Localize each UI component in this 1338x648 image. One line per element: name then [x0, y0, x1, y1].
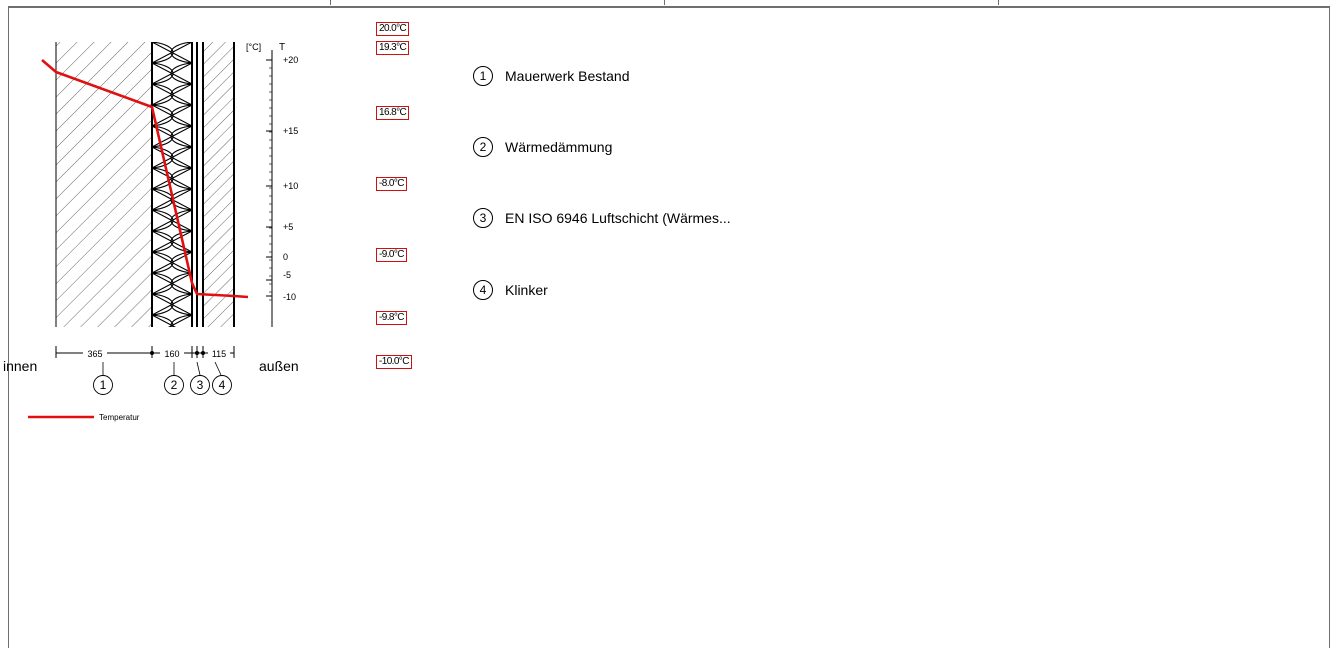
- layer-markers: 1 2 3 4: [93, 361, 232, 395]
- temp-label-interface-3: -9.0°C: [376, 248, 407, 262]
- dimension-line: 365 160 115: [55, 346, 235, 359]
- legend-label: Temperatur: [99, 413, 140, 422]
- frame-right-border: [1329, 6, 1330, 648]
- layer-legend-item-2: 2 Wärmedämmung: [473, 137, 612, 157]
- layer-insulation: [152, 42, 192, 327]
- axis-tick-label: -10: [283, 292, 296, 302]
- temp-label-inside-air: 20.0°C: [376, 22, 410, 36]
- wall-section-diagram: +20 +15 +10 +5 0 -5 -10 [°C] T 365 160 115 1 2: [3, 42, 299, 422]
- marker-4: 4: [219, 378, 226, 392]
- layer-name-4: Klinker: [505, 282, 548, 298]
- tab-separator: [998, 0, 999, 5]
- layer-number-4: 4: [473, 280, 493, 300]
- axis-tick-label: +20: [283, 55, 298, 65]
- thickness-label-1: 365: [87, 349, 102, 359]
- marker-3: 3: [197, 378, 204, 392]
- layer-masonry: [56, 42, 152, 327]
- temp-label-outside-air: -10.0°C: [376, 355, 412, 369]
- marker-2: 2: [171, 378, 178, 392]
- layer-legend-item-1: 1 Mauerwerk Bestand: [473, 66, 630, 86]
- temp-label-interface-1: 16.8°C: [376, 106, 410, 120]
- outside-label: außen: [259, 358, 299, 374]
- marker-1: 1: [100, 378, 107, 392]
- temp-label-outer-surface: -9.8°C: [376, 311, 407, 325]
- layer-number-3: 3: [473, 208, 493, 228]
- layer-name-1: Mauerwerk Bestand: [505, 68, 630, 84]
- thickness-label-2: 160: [164, 349, 179, 359]
- layer-number-1: 1: [473, 66, 493, 86]
- axis-tick-label: +5: [283, 222, 293, 232]
- tab-separator: [664, 0, 665, 5]
- temp-label-interface-2: -8.0°C: [376, 177, 407, 191]
- thickness-label-4: 115: [212, 349, 226, 359]
- axis-unit: [°C]: [246, 42, 261, 52]
- axis-symbol: T: [279, 42, 285, 53]
- axis-tick-label: -5: [283, 270, 291, 280]
- layer-legend-item-3: 3 EN ISO 6946 Luftschicht (Wärmes...: [473, 208, 731, 228]
- layer-brick: [204, 42, 234, 327]
- temperature-axis: +20 +15 +10 +5 0 -5 -10 [°C] T: [246, 42, 298, 327]
- axis-tick-label: +15: [283, 126, 298, 136]
- axis-tick-label: 0: [283, 252, 288, 262]
- inside-label: innen: [3, 358, 37, 374]
- axis-tick-label: +10: [283, 181, 298, 191]
- layer-legend-item-4: 4 Klinker: [473, 280, 548, 300]
- temp-label-inner-surface: 19.3°C: [376, 41, 410, 55]
- layer-name-2: Wärmedämmung: [505, 139, 613, 155]
- layer-number-2: 2: [473, 137, 493, 157]
- layer-name-3: EN ISO 6946 Luftschicht (Wärmes...: [505, 210, 731, 226]
